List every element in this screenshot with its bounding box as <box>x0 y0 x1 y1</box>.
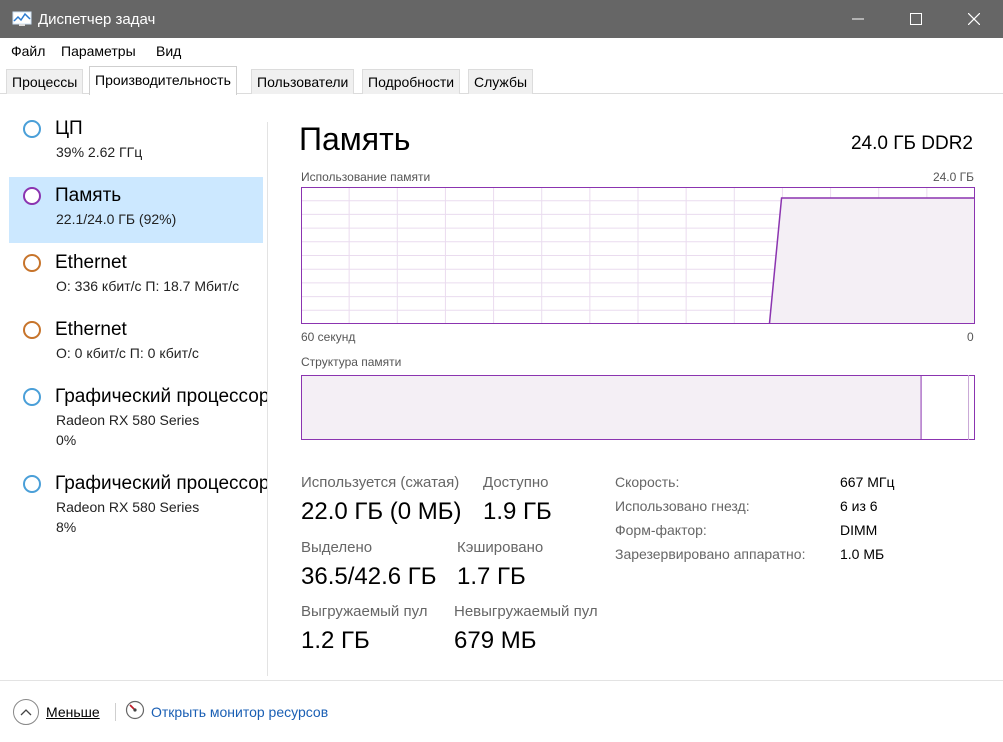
footer-separator <box>115 703 116 721</box>
open-resource-monitor-link[interactable]: Открыть монитор ресурсов <box>151 704 328 720</box>
menu-bar: Файл Параметры Вид <box>0 38 1003 64</box>
available-value: 1.9 ГБ <box>483 498 552 525</box>
sidebar-item-detail: Radeon RX 580 Series <box>56 412 200 428</box>
nonpaged-pool-value: 679 МБ <box>454 627 537 654</box>
tab-users[interactable]: Пользователи <box>251 69 355 94</box>
slots-label: Использовано гнезд: <box>615 498 750 514</box>
in-use-label: Используется (сжатая) <box>301 474 460 491</box>
sidebar-item-memory[interactable]: Память 22.1/24.0 ГБ (92%) <box>9 177 263 243</box>
sidebar-item-label: Память <box>55 185 122 206</box>
tab-bar: Процессы Производительность Пользователи… <box>0 64 1003 95</box>
close-icon <box>968 13 980 25</box>
sidebar-item-detail: Radeon RX 580 Series <box>56 499 200 515</box>
menu-file[interactable]: Файл <box>11 43 45 59</box>
structure-label: Структура памяти <box>301 355 402 369</box>
sidebar-item-detail: О: 336 кбит/с П: 18.7 Мбит/с <box>56 278 240 294</box>
tab-details[interactable]: Подробности <box>362 69 461 94</box>
sidebar-item-label: Графический процессор 1 <box>55 473 268 494</box>
menu-options[interactable]: Параметры <box>61 43 136 59</box>
usage-graph-fill <box>769 197 975 324</box>
footer: Меньше Открыть монитор ресурсов <box>0 680 1003 742</box>
maximize-button[interactable] <box>887 0 945 38</box>
maximize-icon <box>910 13 922 25</box>
cached-label: Кэшировано <box>457 539 544 556</box>
nonpaged-pool-label: Невыгружаемый пул <box>454 603 598 620</box>
sidebar-divider <box>267 122 268 676</box>
page-title: Память <box>299 121 411 157</box>
committed-value: 36.5/42.6 ГБ <box>301 563 437 590</box>
form-factor-label: Форм-фактор: <box>615 522 707 538</box>
resource-list: ЦП 39% 2.62 ГГц Память 22.1/24.0 ГБ (92%… <box>0 95 268 680</box>
memory-spec: 24.0 ГБ DDR2 <box>850 133 973 154</box>
window-title: Диспетчер задач <box>38 11 156 28</box>
speed-label: Скорость: <box>615 474 680 490</box>
sidebar-item-cpu[interactable]: ЦП 39% 2.62 ГГц <box>9 110 263 176</box>
sidebar-item-detail: 39% 2.62 ГГц <box>56 144 143 160</box>
sidebar-item-gpu-0[interactable]: Графический процессор 0 Radeon RX 580 Se… <box>9 378 268 458</box>
sidebar-item-usage: 8% <box>56 519 77 535</box>
task-manager-icon <box>12 11 32 26</box>
resource-monitor-icon <box>125 700 145 720</box>
ethernet-indicator-icon <box>23 321 41 339</box>
title-bar: Диспетчер задач <box>0 0 1003 38</box>
form-factor-value: DIMM <box>840 522 878 538</box>
hardware-reserved-label: Зарезервировано аппаратно: <box>615 546 806 562</box>
tab-processes[interactable]: Процессы <box>6 69 84 94</box>
gpu-indicator-icon <box>23 475 41 493</box>
speed-value: 667 МГц <box>840 474 895 490</box>
chevron-up-icon <box>13 699 39 725</box>
minimize-button[interactable] <box>829 0 887 38</box>
sidebar-item-label: Ethernet <box>55 319 127 340</box>
sidebar-item-ethernet-2[interactable]: Ethernet О: 0 кбит/с П: 0 кбит/с <box>9 311 263 377</box>
available-label: Доступно <box>483 474 549 491</box>
sidebar-item-ethernet-1[interactable]: Ethernet О: 336 кбит/с П: 18.7 Мбит/с <box>9 244 263 310</box>
paged-pool-value: 1.2 ГБ <box>301 627 370 654</box>
usage-graph-max: 24.0 ГБ <box>932 170 974 184</box>
sidebar-item-label: ЦП <box>55 118 83 139</box>
time-axis-label: 60 секунд <box>301 330 356 344</box>
time-axis-zero: 0 <box>967 330 974 344</box>
gpu-indicator-icon <box>23 388 41 406</box>
tab-services[interactable]: Службы <box>468 69 534 94</box>
usage-graph-label: Использование памяти <box>301 170 431 184</box>
slots-value: 6 из 6 <box>840 498 878 514</box>
close-button[interactable] <box>945 0 1003 38</box>
cached-value: 1.7 ГБ <box>457 563 526 590</box>
ethernet-indicator-icon <box>23 254 41 272</box>
memory-structure-bar[interactable] <box>301 375 975 440</box>
in-use-value: 22.0 ГБ (0 МБ) <box>301 498 462 525</box>
memory-indicator-icon <box>23 187 41 205</box>
cpu-indicator-icon <box>23 120 41 138</box>
paged-pool-label: Выгружаемый пул <box>301 603 428 620</box>
sidebar-item-usage: 0% <box>56 432 77 448</box>
sidebar-item-label: Ethernet <box>55 252 127 273</box>
tab-performance[interactable]: Производительность <box>89 66 237 95</box>
hardware-reserved-value: 1.0 МБ <box>840 546 885 562</box>
sidebar-item-detail: 22.1/24.0 ГБ (92%) <box>56 211 177 227</box>
memory-usage-graph <box>301 187 975 324</box>
fewer-details-label: Меньше <box>46 704 100 720</box>
sidebar-item-gpu-1[interactable]: Графический процессор 1 Radeon RX 580 Se… <box>9 465 268 545</box>
minimize-icon <box>852 18 864 20</box>
menu-view[interactable]: Вид <box>156 43 181 59</box>
sidebar-item-label: Графический процессор 0 <box>55 386 268 407</box>
structure-in-use <box>301 375 922 440</box>
committed-label: Выделено <box>301 539 373 556</box>
sidebar-item-detail: О: 0 кбит/с П: 0 кбит/с <box>56 345 199 361</box>
